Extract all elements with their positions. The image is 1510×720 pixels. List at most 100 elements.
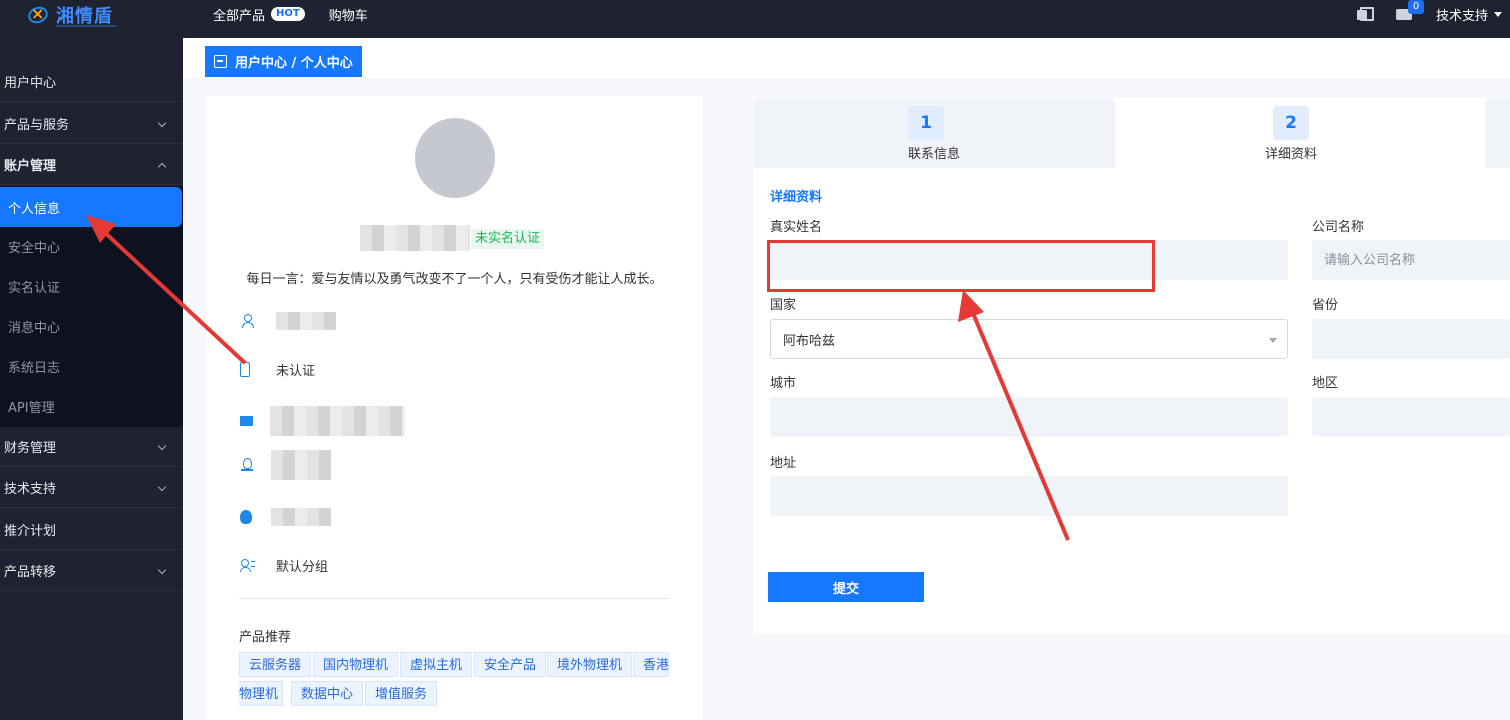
message-count-badge: 0 [1408,0,1424,14]
step-label: 详细资料 [1264,147,1317,162]
country-selected-value: 阿布哈兹 [783,333,836,349]
sidebar-subitem-messages[interactable]: 消息中心 [0,306,183,346]
breadcrumb-text: 用户中心 / 个人中心 [235,56,353,71]
username-redacted [360,225,470,251]
sidebar-item-tech-support[interactable]: 技术支持 [0,468,183,508]
step-label: 联系信息 [907,147,960,162]
recommend-tag[interactable]: 香港 [633,652,669,677]
sidebar-item-label: 账户管理 [4,159,57,174]
top-nav: 全部产品 HOT 购物车 [213,0,392,28]
group-value: 默认分组 [276,559,329,575]
sidebar-item-label: 产品与服务 [4,118,70,133]
hot-badge: HOT [271,7,305,21]
form-area: 详细资料 真实姓名 公司名称 国家 阿布哈兹 省份 城市 地区 地址 [754,168,1510,546]
country-select[interactable]: 阿布哈兹 [770,319,1288,359]
sidebar-subitem-label: 个人信息 [8,201,61,217]
info-row-group: 默认分组 [240,555,328,575]
logo-icon: × [25,4,52,26]
sidebar-subitem-api[interactable]: API管理 [0,386,183,426]
country-label: 国家 [770,298,797,313]
step-number: 2 [1273,106,1309,140]
company-input[interactable] [1312,240,1510,280]
recommend-tag[interactable]: 虚拟主机 [400,652,473,677]
divider [239,598,670,599]
recommend-tag[interactable]: 境外物理机 [547,652,633,677]
real-name-input[interactable] [770,240,1288,280]
profile-card: 未实名认证 每日一言：爱与友情以及勇气改变不了一个人，只有受伤才能让人成长。 未… [207,96,702,720]
city-input[interactable] [770,397,1288,437]
avatar[interactable] [415,118,495,198]
sidebar-item-user-center[interactable]: 用户中心 [0,62,183,102]
chevron-down-icon [157,482,167,492]
sidebar-item-product-transfer[interactable]: 产品转移 [0,551,183,591]
step-tabs: 1 联系信息 2 详细资料 [754,98,1510,168]
info-row-id [240,450,331,480]
caret-down-icon [1269,338,1277,343]
step-tab-contact[interactable]: 1 联系信息 [754,98,1115,168]
company-label: 公司名称 [1312,220,1365,235]
caret-down-icon [1494,11,1502,17]
sidebar-subitem-security-center[interactable]: 安全中心 [0,226,183,266]
nav-all-products[interactable]: 全部产品 HOT [213,5,305,24]
step-tab-details[interactable]: 2 详细资料 [1115,98,1485,168]
sidebar-item-finance[interactable]: 财务管理 [0,427,183,467]
sidebar: 用户中心 产品与服务 账户管理 个人信息 安全中心 实名认证 消息中心 系统日志… [0,38,183,720]
chevron-down-icon [157,118,167,128]
info-row-username [240,311,336,331]
support-menu[interactable]: 技术支持 [1436,5,1502,24]
recommend-tag[interactable]: 国内物理机 [313,652,399,677]
recommend-tag[interactable]: 云服务器 [239,652,312,677]
nav-cart-label: 购物车 [328,8,368,24]
recommend-tag[interactable]: 物理机 [239,681,284,706]
step-tab-next[interactable] [1485,98,1510,168]
support-label: 技术支持 [1435,8,1488,24]
sidebar-subitem-real-name[interactable]: 实名认证 [0,266,183,306]
sidebar-subitem-label: 消息中心 [8,320,61,336]
recommend-tag[interactable]: 增值服务 [365,681,438,706]
step-number: 1 [908,106,944,140]
nav-cart[interactable]: 购物车 [329,5,368,24]
info-row-email [240,406,405,436]
district-input[interactable] [1312,397,1510,437]
id-card-icon [240,458,254,472]
phone-icon [240,361,250,377]
breadcrumb-bar [183,38,1510,78]
address-label: 地址 [770,456,797,471]
daily-motto: 每日一言：爱与友情以及勇气改变不了一个人，只有受伤才能让人成长。 [246,272,663,287]
sidebar-item-label: 用户中心 [4,76,57,91]
recommend-tag[interactable]: 数据中心 [291,681,364,706]
sidebar-subitem-label: API管理 [8,400,55,416]
submit-button[interactable]: 提交 [768,572,924,602]
sidebar-item-label: 财务管理 [4,441,57,456]
sidebar-item-label: 技术支持 [4,482,57,497]
nav-all-products-label: 全部产品 [213,8,266,24]
sidebar-subitem-label: 实名认证 [8,280,61,296]
recommend-tag[interactable]: 安全产品 [474,652,547,677]
detail-form-card: 1 联系信息 2 详细资料 详细资料 真实姓名 公司名称 国家 阿布哈兹 省份 … [754,98,1510,634]
sidebar-subitem-personal-info[interactable]: 个人信息 [0,187,182,227]
verify-status-badge[interactable]: 未实名认证 [471,229,545,249]
city-label: 城市 [770,376,797,391]
recommend-title: 产品推荐 [239,630,292,645]
sidebar-subitem-system-log[interactable]: 系统日志 [0,346,183,386]
qq-value-redacted [271,508,331,526]
sidebar-subitem-label: 系统日志 [8,360,61,376]
chevron-down-icon [157,441,167,451]
province-input[interactable] [1312,319,1510,359]
breadcrumb: 用户中心 / 个人中心 [205,46,362,77]
mail-icon [240,416,253,426]
copy-icon[interactable] [1356,6,1374,22]
top-bar: × 湘情盾 全部产品 HOT 购物车 技术支持 0 [0,0,1510,38]
user-icon [240,314,254,328]
chevron-down-icon [157,565,167,575]
info-row-phone: 未认证 [240,359,315,379]
sidebar-item-label: 产品转移 [4,565,57,580]
user-group-icon [240,558,255,572]
sidebar-item-referral[interactable]: 推介计划 [0,510,183,550]
id-value-redacted [271,450,331,480]
district-label: 地区 [1312,376,1339,391]
username-value-redacted [276,312,336,330]
sidebar-item-products-services[interactable]: 产品与服务 [0,104,183,144]
address-input[interactable] [770,476,1288,516]
sidebar-item-account-management[interactable]: 账户管理 [0,145,183,185]
